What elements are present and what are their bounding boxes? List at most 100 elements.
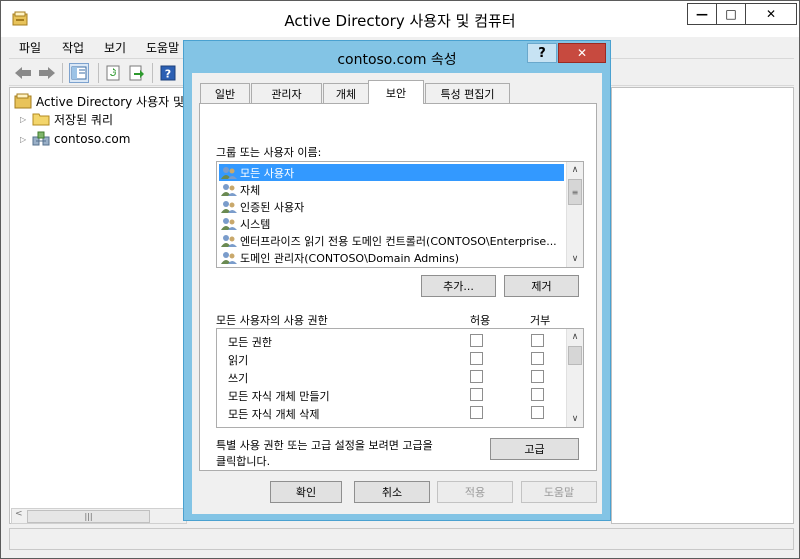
result-pane [611, 87, 794, 524]
menu-file[interactable]: 파일 [19, 39, 41, 56]
scroll-thumb[interactable]: ||| [27, 510, 150, 523]
list-item[interactable]: 도메인 관리자(CONTOSO\Domain Admins) [219, 249, 564, 266]
deny-checkbox[interactable] [531, 406, 544, 419]
scroll-thumb[interactable]: ≡ [568, 179, 582, 205]
dialog-help-button[interactable]: ? [527, 43, 557, 63]
scroll-down-icon[interactable]: ∨ [567, 251, 583, 267]
list-item[interactable]: 모든 사용자 [219, 164, 564, 181]
scroll-up-icon[interactable]: ∧ [567, 329, 583, 345]
principal-name: 엔터프라이즈 읽기 전용 도메인 컨트롤러(CONTOSO\Enterprise… [240, 234, 557, 248]
menu-view[interactable]: 보기 [104, 39, 126, 56]
permissions-list: 모든 권한 읽기 쓰기 모든 자식 개체 만들기 모든 자식 개체 삭제 ∧ ∨ [216, 328, 584, 428]
forward-arrow-icon[interactable] [37, 63, 57, 83]
tab-managed-by[interactable]: 관리자 [251, 83, 322, 103]
toolbar-separator [152, 63, 153, 83]
dialog-titlebar[interactable]: contoso.com 속성 ? ✕ [184, 41, 610, 73]
tab-attribute-editor[interactable]: 특성 편집기 [425, 83, 510, 103]
deny-checkbox[interactable] [531, 352, 544, 365]
scroll-thumb[interactable] [568, 346, 582, 365]
tab-object[interactable]: 개체 [323, 83, 369, 103]
permission-name: 모든 자식 개체 삭제 [228, 408, 320, 421]
deny-checkbox[interactable] [531, 388, 544, 401]
expand-arrow-icon[interactable]: ▷ [20, 115, 32, 124]
main-titlebar[interactable]: Active Directory 사용자 및 컴퓨터 — □ ✕ [1, 1, 799, 37]
deny-checkbox[interactable] [531, 370, 544, 383]
scroll-down-icon[interactable]: ∨ [567, 411, 583, 427]
statusbar [9, 528, 794, 550]
folder-icon [32, 113, 50, 126]
properties-dialog: contoso.com 속성 ? ✕ 일반 관리자 개체 보안 특성 편집기 그… [183, 40, 611, 521]
permission-name: 읽기 [228, 354, 249, 367]
permissions-label: 모든 사용자의 사용 권한 [216, 314, 328, 327]
user-group-icon [221, 166, 237, 179]
list-item[interactable]: 엔터프라이즈 읽기 전용 도메인 컨트롤러(CONTOSO\Enterprise… [219, 232, 564, 249]
tree-item-label: 저장된 쿼리 [54, 112, 114, 127]
user-group-icon [221, 234, 237, 247]
principals-list[interactable]: 모든 사용자 자체 인증된 사용자 시스템 엔터프라이즈 읽기 전용 도메인 컨… [216, 161, 584, 268]
user-group-icon [221, 200, 237, 213]
dialog-close-button[interactable]: ✕ [558, 43, 606, 63]
export-list-icon[interactable] [126, 63, 146, 83]
permission-name: 모든 권한 [228, 336, 272, 349]
allow-checkbox[interactable] [470, 388, 483, 401]
principal-name: 시스템 [240, 217, 271, 231]
list-item[interactable]: 자체 [219, 181, 564, 198]
expand-arrow-icon[interactable]: ▷ [20, 135, 32, 144]
domain-icon [32, 131, 50, 146]
advanced-hint-line2: 클릭합니다. [216, 455, 271, 468]
apply-button[interactable]: 적용 [437, 481, 513, 503]
back-arrow-icon[interactable] [13, 63, 33, 83]
toolbar-separator [62, 63, 63, 83]
allow-checkbox[interactable] [470, 352, 483, 365]
console-tree-icon[interactable] [69, 63, 89, 83]
deny-checkbox[interactable] [531, 334, 544, 347]
permission-name: 쓰기 [228, 372, 249, 385]
minimize-button[interactable]: — [687, 3, 717, 25]
tree-item-label: contoso.com [54, 132, 131, 146]
list-item[interactable]: 인증된 사용자 [219, 198, 564, 215]
svg-text:?: ? [165, 68, 171, 81]
tree-horizontal-scrollbar[interactable]: < ||| [11, 508, 187, 524]
permission-row: 쓰기 [217, 368, 567, 386]
console-tree: Active Directory 사용자 및 컴퓨터 ▷ 저장된 쿼리 ▷ co… [9, 87, 221, 524]
list-item[interactable]: 시스템 [219, 215, 564, 232]
principals-label: 그룹 또는 사용자 이름: [216, 146, 322, 159]
scroll-up-icon[interactable]: ∧ [567, 162, 583, 178]
permission-row: 모든 자식 개체 만들기 [217, 386, 567, 404]
tab-general[interactable]: 일반 [200, 83, 250, 103]
menu-help[interactable]: 도움말 [146, 39, 179, 56]
directory-root-icon [14, 93, 32, 109]
security-tab-panel: 그룹 또는 사용자 이름: 모든 사용자 자체 인증된 사용자 시스템 엔터프라… [199, 103, 597, 471]
principals-scrollbar[interactable]: ∧ ≡ ∨ [566, 162, 583, 267]
user-group-icon [221, 183, 237, 196]
help-icon[interactable]: ? [158, 63, 178, 83]
tab-security[interactable]: 보안 [368, 80, 424, 104]
allow-checkbox[interactable] [470, 334, 483, 347]
advanced-button[interactable]: 고급 [490, 438, 579, 460]
ok-button[interactable]: 확인 [270, 481, 342, 503]
help-button[interactable]: 도움말 [521, 481, 597, 503]
cancel-button[interactable]: 취소 [354, 481, 430, 503]
window-title: Active Directory 사용자 및 컴퓨터 [284, 12, 516, 30]
scroll-left-icon[interactable]: < [15, 509, 23, 519]
user-group-icon [221, 251, 237, 264]
permissions-scrollbar[interactable]: ∧ ∨ [566, 329, 583, 427]
allow-checkbox[interactable] [470, 370, 483, 383]
permission-row: 읽기 [217, 350, 567, 368]
advanced-hint-line1: 특별 사용 권한 또는 고급 설정을 보려면 고급을 [216, 439, 433, 452]
tree-item-saved-queries[interactable]: ▷ 저장된 쿼리 [20, 110, 113, 128]
menu-action[interactable]: 작업 [62, 39, 84, 56]
allow-column-header: 허용 [470, 314, 491, 327]
close-window-button[interactable]: ✕ [745, 3, 797, 25]
permission-row: 모든 자식 개체 삭제 [217, 404, 567, 422]
user-group-icon [221, 217, 237, 230]
principal-name: 인증된 사용자 [240, 200, 305, 214]
principal-name: 자체 [240, 183, 261, 197]
allow-checkbox[interactable] [470, 406, 483, 419]
add-button[interactable]: 추가... [421, 275, 496, 297]
maximize-button[interactable]: □ [716, 3, 746, 25]
permission-name: 모든 자식 개체 만들기 [228, 390, 330, 403]
tree-item-domain[interactable]: ▷ contoso.com [20, 130, 130, 148]
refresh-icon[interactable] [103, 63, 123, 83]
remove-button[interactable]: 제거 [504, 275, 579, 297]
